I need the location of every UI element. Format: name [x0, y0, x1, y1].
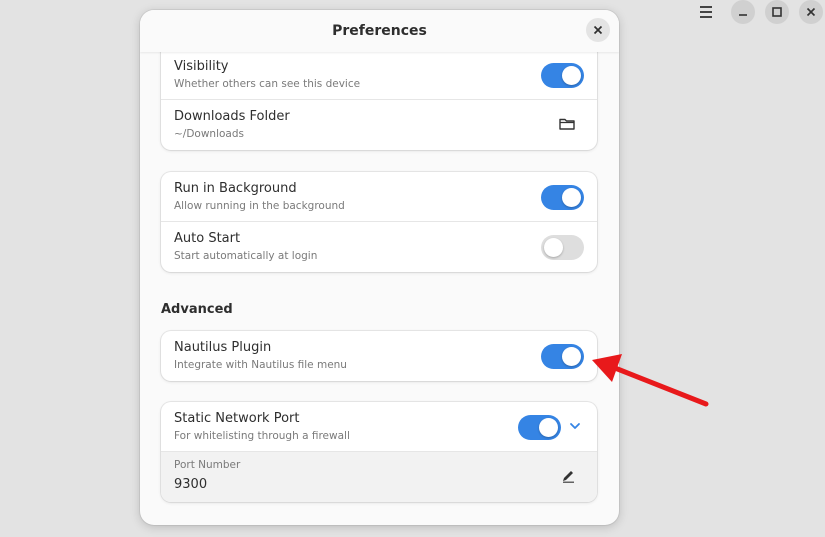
run-in-background-title: Run in Background [174, 181, 297, 196]
port-number-entry[interactable]: Port Number 9300 [161, 452, 597, 502]
window-close-button[interactable] [799, 0, 823, 24]
downloads-folder-subtitle: ~/Downloads [174, 128, 244, 140]
port-number-value[interactable]: 9300 [174, 477, 207, 492]
static-port-toggle[interactable] [518, 415, 561, 440]
nautilus-plugin-row: Nautilus Plugin Integrate with Nautilus … [161, 331, 597, 381]
static-port-row[interactable]: Static Network Port For whitelisting thr… [161, 402, 597, 452]
dialog-title: Preferences [332, 23, 427, 39]
edit-pencil-icon[interactable] [560, 468, 580, 488]
background-group: Run in Background Allow running in the b… [161, 172, 597, 272]
dialog-close-button[interactable] [586, 18, 610, 42]
folder-icon[interactable] [558, 115, 578, 135]
static-port-title: Static Network Port [174, 411, 300, 426]
maximize-button[interactable] [765, 0, 789, 24]
run-in-background-toggle[interactable] [541, 185, 584, 210]
auto-start-toggle[interactable] [541, 235, 584, 260]
visibility-subtitle: Whether others can see this device [174, 78, 361, 90]
hamburger-icon [700, 6, 712, 8]
auto-start-row: Auto Start Start automatically at login [161, 222, 597, 272]
main-menu-button[interactable] [697, 3, 715, 21]
run-in-background-row: Run in Background Allow running in the b… [161, 172, 597, 222]
nautilus-plugin-title: Nautilus Plugin [174, 340, 272, 355]
maximize-icon [772, 7, 782, 17]
visibility-title: Visibility [174, 59, 229, 74]
downloads-folder-title: Downloads Folder [174, 109, 290, 124]
nautilus-group: Nautilus Plugin Integrate with Nautilus … [161, 331, 597, 381]
chevron-down-icon[interactable] [568, 418, 588, 438]
dialog-header: Preferences [140, 10, 619, 52]
run-in-background-subtitle: Allow running in the background [174, 200, 345, 212]
auto-start-title: Auto Start [174, 231, 241, 246]
auto-start-subtitle: Start automatically at login [174, 250, 318, 262]
minimize-button[interactable] [731, 0, 755, 24]
nautilus-plugin-subtitle: Integrate with Nautilus file menu [174, 359, 347, 371]
close-icon [806, 7, 816, 17]
visibility-row: Visibility Whether others can see this d… [161, 50, 597, 100]
advanced-heading: Advanced [161, 302, 233, 317]
static-port-subtitle: For whitelisting through a firewall [174, 430, 350, 442]
port-number-label: Port Number [174, 459, 241, 471]
close-icon [593, 25, 603, 35]
downloads-folder-row[interactable]: Downloads Folder ~/Downloads [161, 100, 597, 150]
preferences-content: Visibility Whether others can see this d… [140, 10, 619, 525]
minimize-icon [739, 14, 747, 16]
nautilus-plugin-toggle[interactable] [541, 344, 584, 369]
static-port-group: Static Network Port For whitelisting thr… [161, 402, 597, 502]
preferences-dialog: Visibility Whether others can see this d… [140, 10, 619, 525]
visibility-toggle[interactable] [541, 63, 584, 88]
